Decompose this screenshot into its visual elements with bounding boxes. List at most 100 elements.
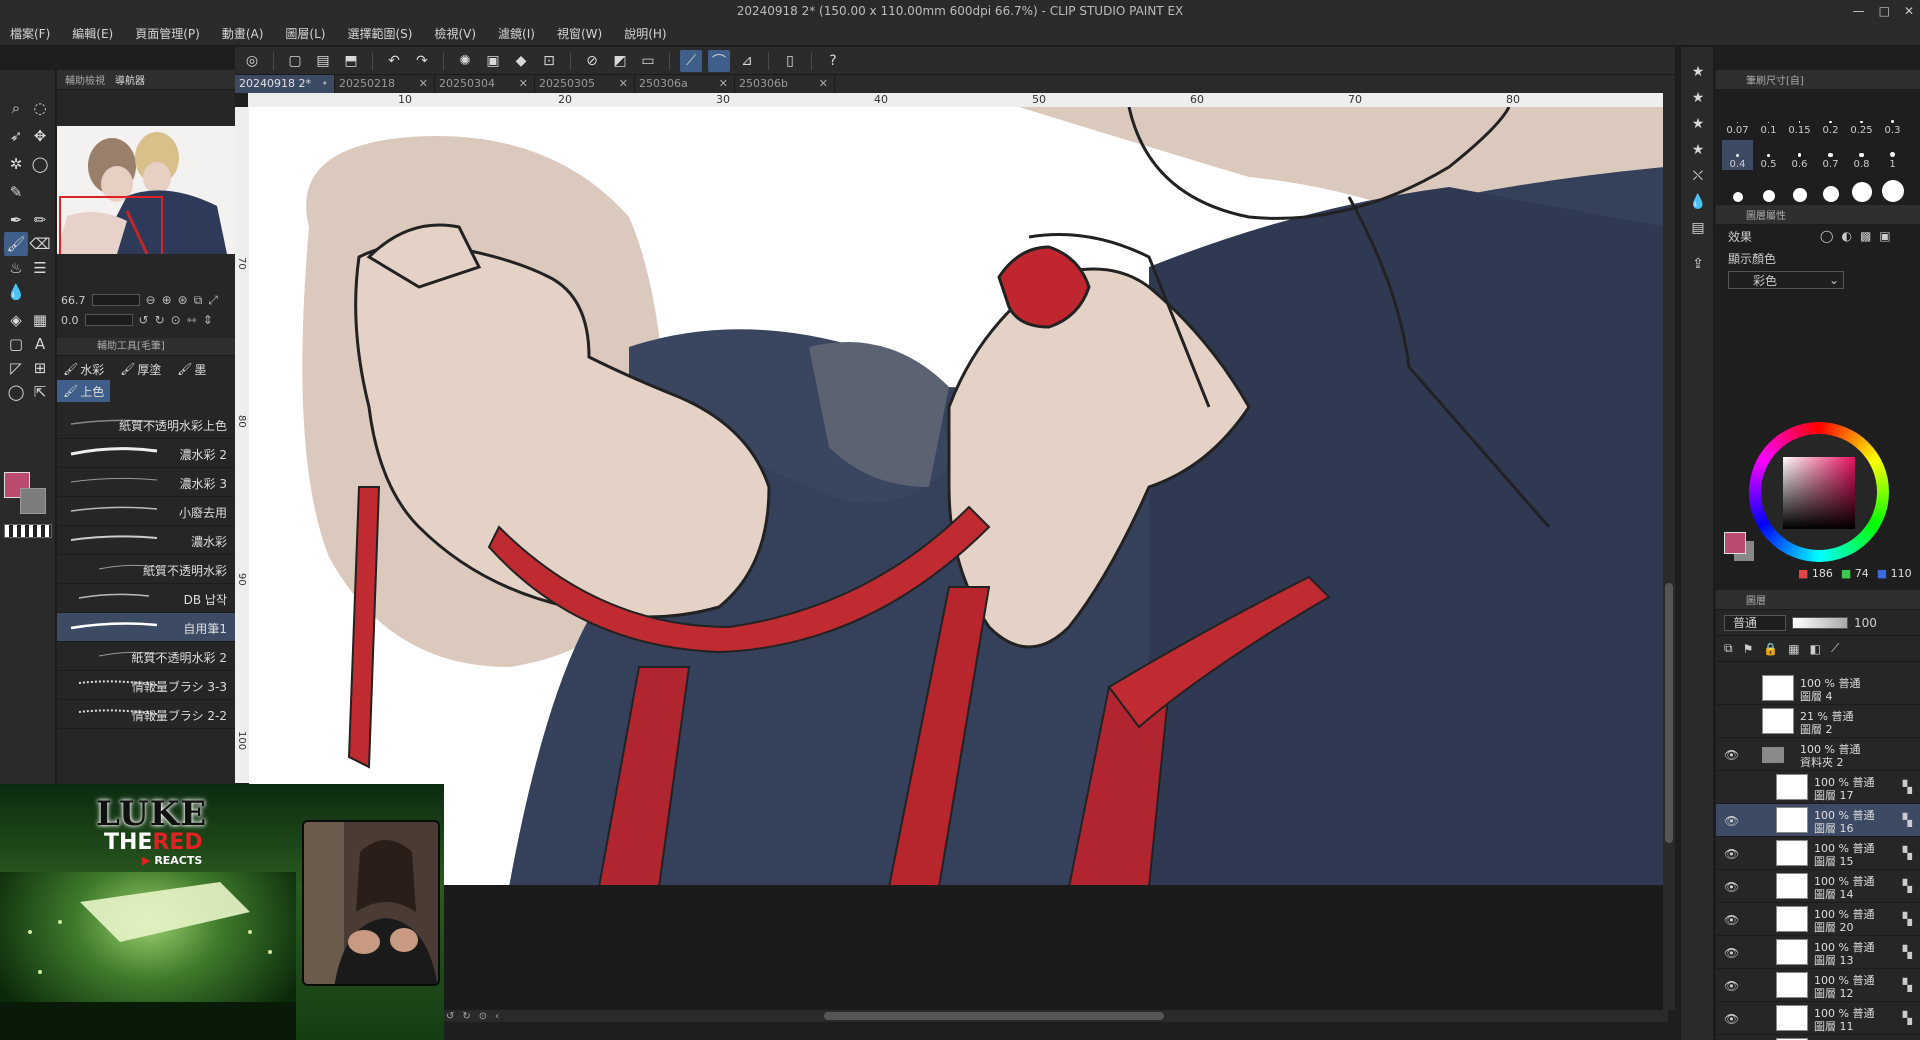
brush-size-option[interactable] (1877, 174, 1908, 204)
help-icon[interactable]: ? (822, 50, 844, 72)
brush-tool-icon[interactable]: 🖌 (4, 232, 28, 256)
fill-icon[interactable]: ◆ (510, 50, 532, 72)
brush-size-option[interactable] (1784, 174, 1815, 204)
scroll-left-icon[interactable]: ‹ (495, 1011, 499, 1022)
effect-tone-icon[interactable]: ◐ (1841, 229, 1851, 243)
rotate-right-icon[interactable]: ↻ (462, 1011, 470, 1022)
object-tool-icon[interactable]: ➶ (4, 124, 28, 148)
actual-size-icon[interactable]: ⧉ (194, 293, 203, 308)
snap-ruler-icon[interactable]: ⟋ (680, 49, 702, 72)
layer-row[interactable]: 👁 100 % 普通 圖層 13 ▚ (1716, 936, 1920, 969)
rotate-right-icon[interactable]: ↻ (155, 313, 165, 327)
decoration-icon[interactable]: ☰ (28, 256, 52, 280)
visibility-eye-icon[interactable]: 👁 (1724, 913, 1739, 927)
layer-row[interactable]: 100 % 普通▚ (1716, 1035, 1920, 1040)
brush-item[interactable]: 自用筆1 (57, 613, 235, 642)
menu-help[interactable]: 說明(H) (624, 25, 666, 42)
menu-selection[interactable]: 選擇範圍(S) (347, 25, 412, 42)
tab-coloring[interactable]: 🖌 上色 (57, 380, 111, 402)
menu-window[interactable]: 視窗(W) (557, 25, 602, 42)
fit-icon[interactable]: ⊛ (178, 293, 188, 307)
tab-navigator[interactable]: 導航器 (115, 72, 145, 87)
vertical-scroll-thumb[interactable] (1665, 583, 1673, 843)
lock-icon[interactable]: 🔒 (1763, 642, 1778, 656)
zoom-slider[interactable] (91, 294, 140, 306)
doc-tab[interactable]: 20250218 ✕ (335, 75, 435, 93)
effect-layer-icon[interactable]: ▣ (1879, 229, 1890, 243)
zoom-out-icon[interactable]: ⊖ (146, 293, 156, 307)
tab-ink[interactable]: 🖌 墨 (171, 358, 212, 380)
brush-size-option[interactable] (1722, 174, 1753, 204)
layer-row[interactable]: 👁 100 % 普通 圖層 15 ▚ (1716, 837, 1920, 870)
minimize-icon[interactable]: — (1853, 4, 1865, 18)
horizontal-scroll-thumb[interactable] (824, 1012, 1164, 1020)
ruler-tool-icon[interactable]: ⊞ (28, 356, 52, 380)
opacity-value[interactable]: 100 (1854, 616, 1877, 630)
layer-row[interactable]: 👁 100 % 普通 圖層 20 ▚ (1716, 903, 1920, 936)
brush-size-option[interactable]: 0.2 (1815, 106, 1846, 136)
brush-item[interactable]: 情報量ブラシ 3-3 (57, 671, 235, 700)
brush-size-option[interactable]: 0.4 (1722, 140, 1753, 170)
navigator-viewport-frame[interactable] (59, 196, 163, 254)
layer-row[interactable]: 👁 100 % 普通 圖層 12 ▚ (1716, 969, 1920, 1002)
brush-size-option[interactable]: 0.1 (1753, 106, 1784, 136)
zoom-tool-icon[interactable]: ⌕ (4, 96, 28, 120)
auto-select-icon[interactable]: ✲ (4, 152, 28, 176)
visibility-eye-icon[interactable]: 👁 (1724, 748, 1739, 762)
layer-folder[interactable]: 👁 100 % 普通 資料夾 2 (1716, 738, 1920, 771)
brush-size-option[interactable]: 0.15 (1784, 106, 1815, 136)
doc-tab[interactable]: 250306a ✕ (635, 75, 735, 93)
saturation-value-square[interactable] (1783, 457, 1855, 529)
undo-icon[interactable]: ↶ (383, 50, 405, 72)
balloon-tool-icon[interactable]: ◯ (4, 380, 28, 404)
save-icon[interactable]: ⬒ (340, 50, 362, 72)
reference-layer-icon[interactable]: ⚑ (1743, 642, 1754, 656)
brush-size-option[interactable]: 0.3 (1877, 106, 1908, 136)
main-color-swatch[interactable] (1724, 532, 1746, 554)
brush-item[interactable]: 紙質不透明水彩 2 (57, 642, 235, 671)
menu-file[interactable]: 檔案(F) (10, 25, 50, 42)
doc-tab[interactable]: 20250304 ✕ (435, 75, 535, 93)
layer-row[interactable]: 100 % 普通 圖層 4 (1716, 672, 1920, 705)
device-icon[interactable]: ▯ (779, 50, 801, 72)
menu-filter[interactable]: 濾鏡(I) (498, 25, 535, 42)
clip-layer-icon[interactable]: ⧉ (1724, 641, 1733, 656)
lock-alpha-icon[interactable]: ▦ (1788, 642, 1799, 656)
brush-item[interactable]: 紙質不透明水彩上色 (57, 410, 235, 439)
menu-animation[interactable]: 動畫(A) (222, 25, 264, 42)
drawing-canvas[interactable] (249, 107, 1665, 885)
layer-mask-icon[interactable]: ▚ (1903, 780, 1912, 794)
visibility-eye-icon[interactable]: 👁 (1724, 880, 1739, 894)
effect-border-icon[interactable]: ◯ (1820, 229, 1833, 243)
doc-tab[interactable]: 250306b ✕ (735, 75, 835, 93)
clear-outside-icon[interactable]: ▣ (482, 50, 504, 72)
navigator-preview[interactable] (57, 126, 235, 254)
move-tool-icon[interactable]: ✥ (28, 124, 52, 148)
history-icon[interactable]: ▤ (1687, 217, 1709, 239)
menu-view[interactable]: 檢視(V) (434, 25, 476, 42)
visibility-eye-icon[interactable]: 👁 (1724, 1012, 1739, 1026)
brush-size-tab[interactable]: 筆刷尺寸[自] (1746, 72, 1804, 87)
selection-border-icon[interactable]: ▭ (637, 50, 659, 72)
brush-size-option[interactable]: 0.8 (1846, 140, 1877, 170)
layer-row[interactable]: 👁 100 % 普通 圖層 16 ▚ (1716, 804, 1920, 837)
blend-mode-select[interactable]: 普通 (1724, 614, 1786, 631)
rotate-left-icon[interactable]: ↺ (139, 313, 149, 327)
material-2-icon[interactable]: ★ (1687, 87, 1709, 109)
doc-tab[interactable]: 20240918 2* • (235, 75, 335, 93)
layer-mask-icon[interactable]: ▚ (1903, 846, 1912, 860)
open-file-icon[interactable]: ▤ (312, 50, 334, 72)
layer-mask-icon[interactable]: ▚ (1903, 813, 1912, 827)
brush-item[interactable]: DB 납작 (57, 584, 235, 613)
rotate-value[interactable]: 0.0 (61, 314, 79, 327)
menu-edit[interactable]: 編輯(E) (72, 25, 113, 42)
pen-tool-icon[interactable]: ✒ (4, 208, 28, 232)
clear-icon[interactable]: ✺ (454, 50, 476, 72)
close-tab-icon[interactable]: ✕ (819, 75, 828, 93)
visibility-eye-icon[interactable]: 👁 (1724, 946, 1739, 960)
tab-watercolor[interactable]: 🖌 水彩 (57, 358, 110, 380)
brush-item[interactable]: 濃水彩 3 (57, 468, 235, 497)
fit-window-icon[interactable]: ⤢ (208, 293, 218, 308)
brush-size-option[interactable]: 0.25 (1846, 106, 1877, 136)
gradient-tool-icon[interactable]: ▦ (28, 308, 52, 332)
